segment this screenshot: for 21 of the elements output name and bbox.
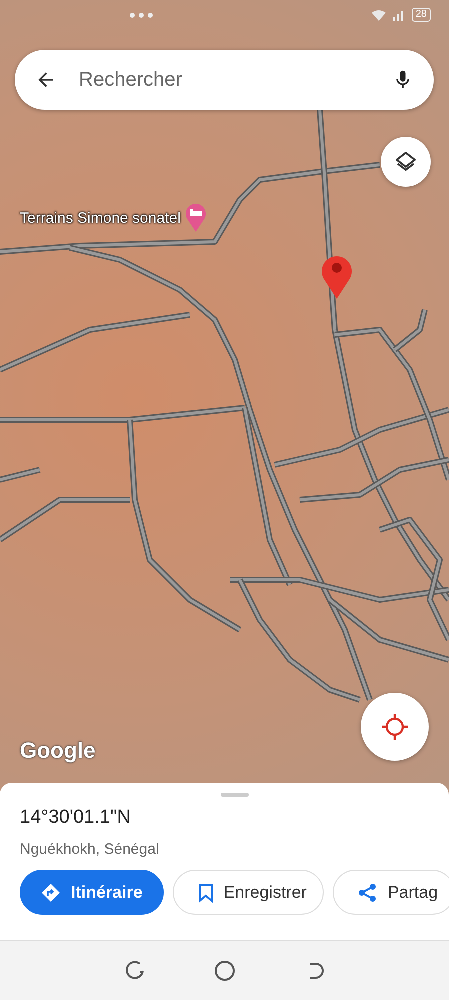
- home-icon[interactable]: [212, 958, 236, 982]
- search-input[interactable]: Rechercher: [77, 68, 372, 92]
- directions-button[interactable]: Itinéraire: [20, 870, 164, 915]
- layers-icon: [394, 150, 418, 174]
- hotel-pin-icon[interactable]: [184, 203, 207, 233]
- bookmark-icon: [198, 882, 214, 902]
- directions-icon: [41, 882, 61, 902]
- search-field[interactable]: Rechercher: [15, 50, 434, 110]
- google-logo: Google: [20, 738, 96, 764]
- drag-handle[interactable]: [220, 793, 248, 797]
- crosshair-icon: [381, 713, 409, 741]
- recent-apps-icon[interactable]: [124, 960, 146, 982]
- signal-icon: [392, 9, 406, 21]
- save-button[interactable]: Enregistrer: [172, 870, 324, 915]
- share-button[interactable]: Partag: [332, 870, 449, 915]
- locality: Nguékhokh, Sénégal: [20, 841, 160, 858]
- wifi-icon: [372, 10, 386, 20]
- more-icon: [130, 12, 153, 18]
- battery-indicator: 28: [412, 8, 431, 22]
- share-icon: [358, 882, 378, 902]
- coordinates: 14°30'01.1"N: [20, 807, 132, 829]
